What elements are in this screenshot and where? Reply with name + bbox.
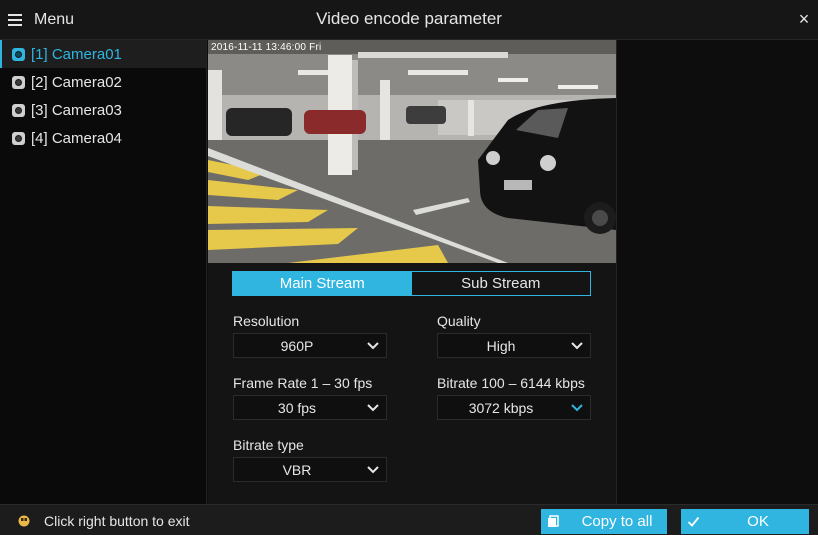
tab-sub-stream[interactable]: Sub Stream [412,272,591,295]
timestamp-overlay: 2016-11-11 13:46:00 Fri [211,42,322,53]
tab-main-stream[interactable]: Main Stream [233,272,412,295]
camera-item-2[interactable]: [2] Camera02 [0,68,206,96]
quality-value: High [486,338,516,354]
camera-item-4[interactable]: [4] Camera04 [0,124,206,152]
camera-icon [12,47,25,61]
bitrate-value: 3072 kbps [468,400,534,416]
encode-settings-panel: 2016-11-11 13:46:00 Fri Main Stream Sub … [208,40,616,504]
camera-label: [3] Camera03 [31,101,122,119]
bitrate-type-value: VBR [282,462,312,478]
camera-icon [12,131,25,145]
frame-rate-select[interactable]: 30 fps [233,395,387,420]
camera-icon [12,75,25,89]
camera-item-3[interactable]: [3] Camera03 [0,96,206,124]
resolution-label: Resolution [233,313,300,329]
bitrate-label: Bitrate 100 – 6144 kbps [437,375,585,391]
chevron-down-icon [571,404,583,412]
chevron-down-icon [367,466,379,474]
copy-to-all-label: Copy to all [581,513,653,530]
camera-label: [4] Camera04 [31,129,122,147]
camera-label: [1] Camera01 [31,45,122,63]
camera-item-1[interactable]: [1] Camera01 [0,40,206,68]
resolution-value: 960P [280,338,314,354]
check-icon [687,516,700,527]
copy-to-all-button[interactable]: Copy to all [541,509,667,534]
camera-preview: 2016-11-11 13:46:00 Fri [208,40,616,263]
resolution-select[interactable]: 960P [233,333,387,358]
frame-rate-label: Frame Rate 1 – 30 fps [233,375,373,391]
mouse-icon [18,515,30,527]
bitrate-select[interactable]: 3072 kbps [437,395,591,420]
status-bar: Click right button to exit Copy to all O… [0,504,818,535]
camera-list: [1] Camera01 [2] Camera02 [3] Camera03 [… [0,40,207,504]
chevron-down-icon [571,342,583,350]
parking-garage-image [208,40,616,263]
quality-select[interactable]: High [437,333,591,358]
quality-label: Quality [437,313,481,329]
bitrate-type-select[interactable]: VBR [233,457,387,482]
camera-icon [12,103,25,117]
copy-icon [548,515,559,527]
window-title: Video encode parameter [316,9,502,28]
stream-tabs: Main Stream Sub Stream [232,271,591,296]
right-pane [616,40,818,504]
ok-label: OK [747,513,769,530]
chevron-down-icon [367,404,379,412]
close-icon[interactable]: × [796,9,812,29]
title-bar: Menu Video encode parameter × [0,0,818,40]
chevron-down-icon [367,342,379,350]
frame-rate-value: 30 fps [277,400,317,416]
exit-hint: Click right button to exit [44,513,190,529]
bitrate-type-label: Bitrate type [233,437,304,453]
camera-label: [2] Camera02 [31,73,122,91]
ok-button[interactable]: OK [681,509,809,534]
